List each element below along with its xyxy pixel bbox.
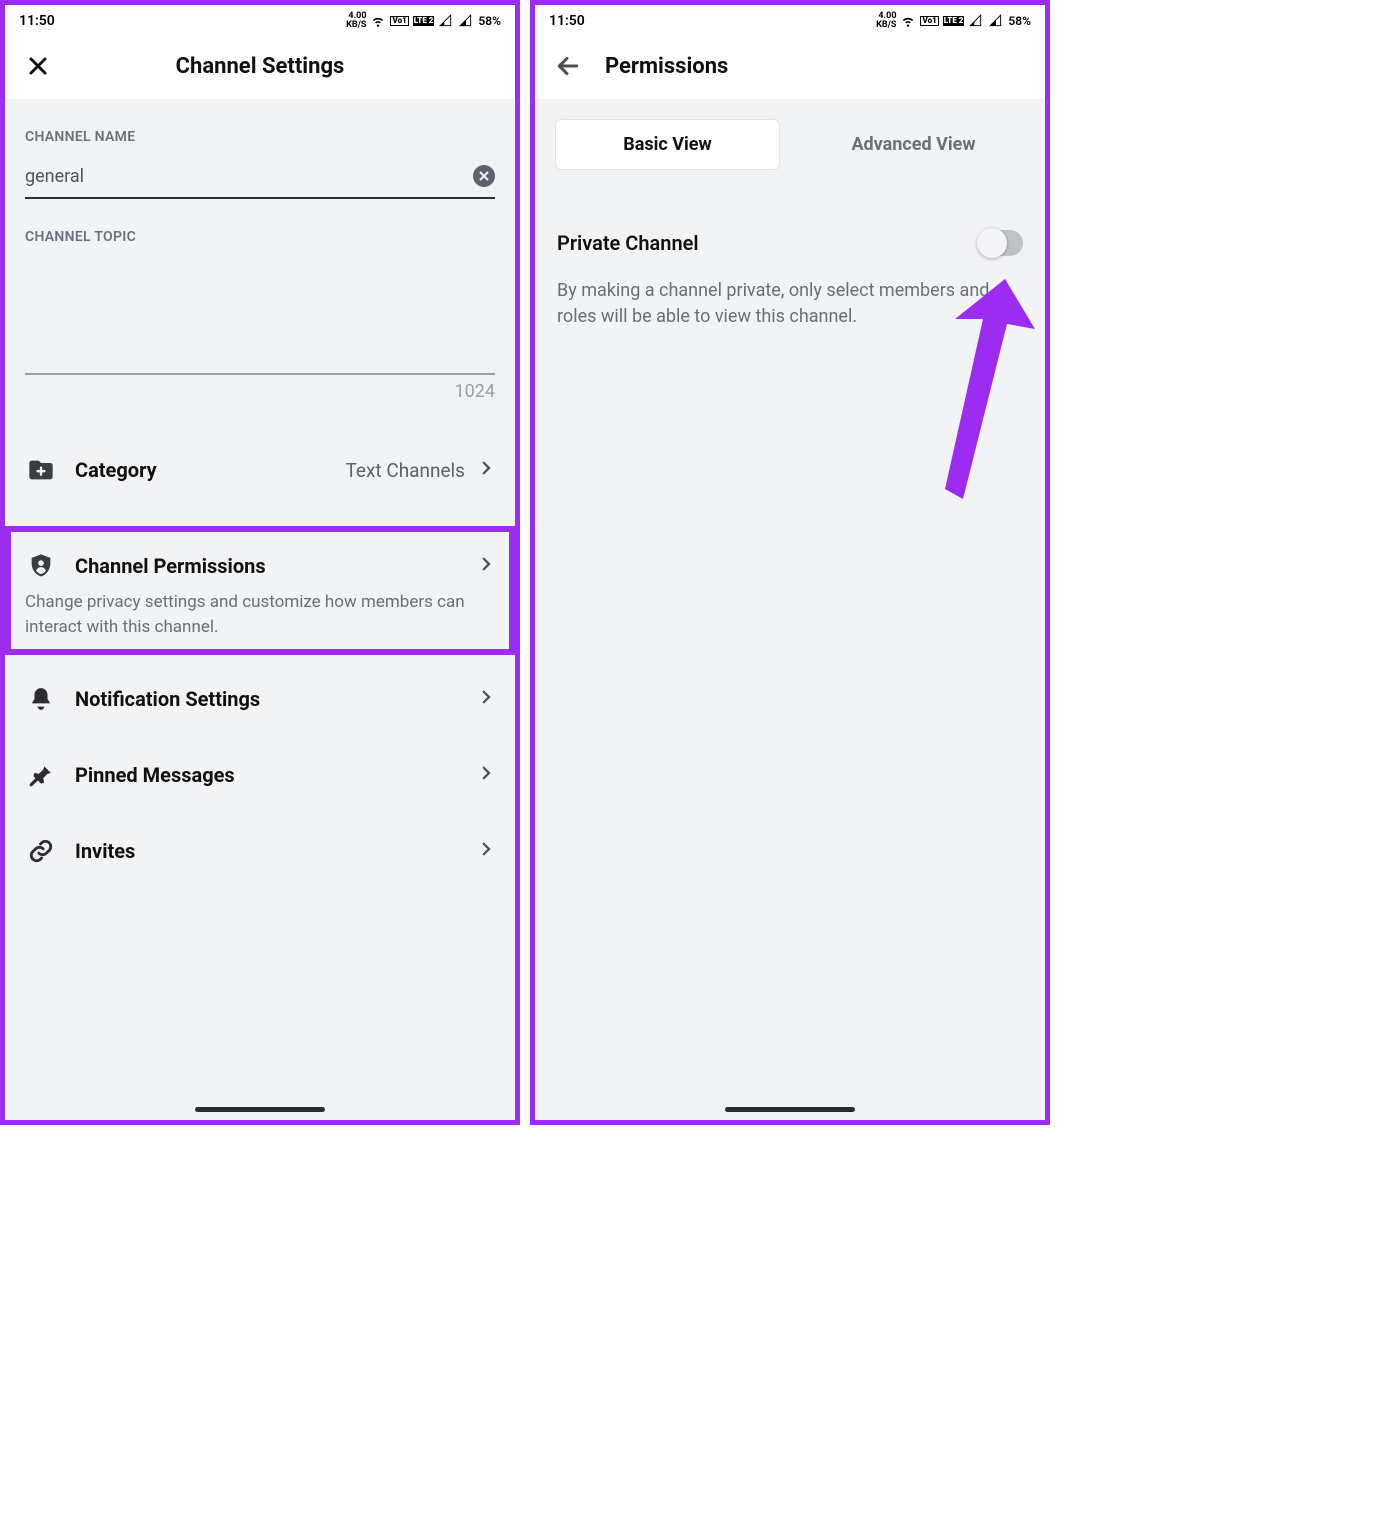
channel-topic-input[interactable]	[25, 255, 495, 375]
chevron-right-icon	[477, 459, 495, 481]
tab-basic-view[interactable]: Basic View	[555, 119, 780, 170]
wifi-icon	[900, 14, 916, 28]
signal1-icon	[438, 14, 454, 28]
invites-row[interactable]: Invites	[5, 813, 515, 889]
invites-label: Invites	[75, 839, 465, 863]
status-kbs: 4.00KB/S	[876, 12, 896, 30]
category-value: Text Channels	[345, 459, 465, 482]
private-channel-toggle[interactable]	[977, 230, 1023, 256]
lte2-icon: LTE 2	[943, 16, 965, 26]
chevron-right-icon	[477, 840, 495, 862]
channel-name-field[interactable]	[25, 155, 495, 199]
status-battery: 58%	[1008, 14, 1031, 28]
x-icon	[479, 171, 489, 181]
channel-permissions-row[interactable]: Channel Permissions	[11, 534, 509, 590]
status-bar: 11:50 4.00KB/S Vo1 LTE 2 58%	[5, 5, 515, 33]
nav-indicator	[195, 1107, 325, 1112]
status-battery: 58%	[478, 14, 501, 28]
status-time: 11:50	[549, 13, 585, 29]
channel-topic-label: CHANNEL TOPIC	[5, 199, 515, 255]
category-row[interactable]: Category Text Channels	[5, 432, 515, 508]
topic-counter: 1024	[5, 375, 515, 402]
notification-settings-row[interactable]: Notification Settings	[5, 661, 515, 737]
arrow-left-icon	[555, 53, 581, 79]
lte1-icon: Vo1	[390, 16, 408, 26]
chevron-right-icon	[477, 555, 495, 577]
settings-body: CHANNEL NAME CHANNEL TOPIC 1024 Category…	[5, 99, 515, 1120]
page-title: Channel Settings	[53, 54, 497, 79]
link-icon	[25, 835, 57, 867]
right-phone: 11:50 4.00KB/S Vo1 LTE 2 58% Permissions…	[530, 0, 1050, 1125]
tab-advanced-view[interactable]: Advanced View	[802, 120, 1025, 169]
back-button[interactable]	[553, 51, 583, 81]
settings-header: Channel Settings	[5, 33, 515, 99]
status-bar: 11:50 4.00KB/S Vo1 LTE 2 58%	[535, 5, 1045, 33]
folder-plus-icon	[25, 454, 57, 486]
lte1-icon: Vo1	[920, 16, 938, 26]
private-channel-description: By making a channel private, only select…	[535, 270, 1045, 338]
category-label: Category	[75, 458, 345, 482]
close-button[interactable]	[23, 51, 53, 81]
nav-indicator	[725, 1107, 855, 1112]
signal2-icon	[988, 14, 1004, 28]
page-title: Permissions	[583, 54, 1027, 79]
permissions-body: Basic View Advanced View Private Channel…	[535, 99, 1045, 1120]
permissions-label: Channel Permissions	[75, 554, 465, 578]
shield-person-icon	[25, 550, 57, 582]
wifi-icon	[370, 14, 386, 28]
bell-icon	[25, 683, 57, 715]
channel-permissions-block[interactable]: Channel Permissions Change privacy setti…	[5, 526, 515, 655]
notifications-label: Notification Settings	[75, 687, 465, 711]
signal1-icon	[968, 14, 984, 28]
view-tabs: Basic View Advanced View	[535, 99, 1045, 170]
channel-name-label: CHANNEL NAME	[5, 99, 515, 155]
pinned-label: Pinned Messages	[75, 763, 465, 787]
left-phone: 11:50 4.00KB/S Vo1 LTE 2 58% Channel Set…	[0, 0, 520, 1125]
lte2-icon: LTE 2	[413, 16, 435, 26]
channel-name-input[interactable]	[25, 166, 473, 187]
signal2-icon	[458, 14, 474, 28]
status-time: 11:50	[19, 13, 55, 29]
private-channel-row: Private Channel	[535, 170, 1045, 270]
pin-icon	[25, 759, 57, 791]
status-kbs: 4.00KB/S	[346, 12, 366, 30]
chevron-right-icon	[477, 688, 495, 710]
pinned-messages-row[interactable]: Pinned Messages	[5, 737, 515, 813]
status-right: 4.00KB/S Vo1 LTE 2 58%	[876, 12, 1031, 30]
close-icon	[26, 54, 50, 78]
permissions-description: Change privacy settings and customize ho…	[11, 590, 509, 639]
private-channel-label: Private Channel	[557, 231, 977, 255]
permissions-header: Permissions	[535, 33, 1045, 99]
clear-name-button[interactable]	[473, 165, 495, 187]
status-right: 4.00KB/S Vo1 LTE 2 58%	[346, 12, 501, 30]
chevron-right-icon	[477, 764, 495, 786]
